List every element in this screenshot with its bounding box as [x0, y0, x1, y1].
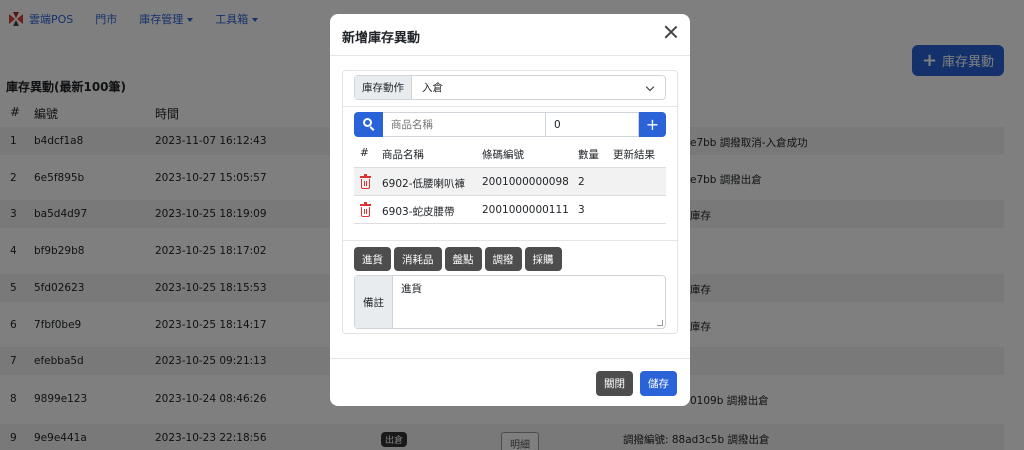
modal-footer: 關閉 儲存 — [330, 358, 690, 406]
resize-grip-icon[interactable] — [657, 320, 663, 326]
product-name-input[interactable] — [383, 112, 546, 137]
quick-note-buttons: 進貨 消耗品 盤點 調撥 採購 — [354, 247, 562, 271]
modal-form-card: 庫存動作 入倉 + # 商品名稱 條碼編號 數量 更新結果 — [342, 70, 678, 334]
item-table: # 商品名稱 條碼編號 數量 更新結果 6902-低腰喇叭褲 200100000… — [354, 141, 666, 224]
stock-movement-modal: 新增庫存異動 庫存動作 入倉 + # 商品名稱 條碼編號 — [330, 14, 690, 406]
quantity-input[interactable] — [546, 112, 639, 137]
divider — [343, 240, 677, 241]
note-textarea[interactable]: 進貨 — [393, 276, 665, 328]
note-value: 進貨 — [401, 283, 422, 295]
modal-header: 新增庫存異動 — [330, 14, 690, 56]
item-name: 6902-低腰喇叭褲 — [382, 178, 466, 190]
item-col-result: 更新結果 — [613, 149, 655, 161]
chevron-down-icon — [645, 82, 655, 92]
trash-icon[interactable] — [360, 202, 371, 217]
add-item-button[interactable]: + — [639, 112, 666, 137]
item-barcode: 2001000000098 — [482, 176, 569, 188]
product-search-group: + — [354, 112, 666, 137]
item-table-header: # 商品名稱 條碼編號 數量 更新結果 — [354, 141, 666, 167]
item-name: 6903-蛇皮腰帶 — [382, 206, 455, 218]
note-label: 備註 — [355, 276, 393, 328]
item-row: 6902-低腰喇叭褲 2001000000098 2 — [354, 167, 666, 195]
search-icon-handle — [369, 126, 375, 131]
item-col-barcode: 條碼編號 — [482, 149, 524, 161]
stock-action-group: 庫存動作 入倉 — [354, 75, 666, 100]
item-table-bottom-border — [354, 223, 666, 224]
trash-icon[interactable] — [360, 174, 371, 189]
quick-consumable-button[interactable]: 消耗品 — [394, 247, 442, 271]
quick-purchase-button[interactable]: 採購 — [524, 247, 562, 271]
divider — [343, 106, 677, 107]
item-row: 6903-蛇皮腰帶 2001000000111 3 — [354, 195, 666, 223]
plus-icon: + — [645, 115, 660, 134]
item-qty: 2 — [578, 176, 585, 188]
close-button[interactable]: 關閉 — [596, 371, 633, 396]
quick-restock-button[interactable]: 進貨 — [354, 247, 391, 271]
item-col-name: 商品名稱 — [382, 149, 424, 161]
item-col-qty: 數量 — [578, 149, 599, 161]
quick-stocktake-button[interactable]: 盤點 — [444, 247, 482, 271]
modal-title: 新增庫存異動 — [342, 31, 421, 46]
stock-action-value: 入倉 — [422, 82, 443, 94]
quick-transfer-button[interactable]: 調撥 — [484, 247, 522, 271]
save-button[interactable]: 儲存 — [640, 371, 677, 396]
note-group: 備註 進貨 — [354, 275, 666, 329]
item-col-num: # — [360, 147, 369, 159]
stock-action-label: 庫存動作 — [355, 76, 412, 99]
search-button[interactable] — [354, 112, 383, 137]
item-qty: 3 — [578, 204, 585, 216]
stock-action-select[interactable]: 入倉 — [412, 76, 665, 99]
item-barcode: 2001000000111 — [482, 204, 569, 216]
close-icon[interactable] — [663, 24, 679, 40]
